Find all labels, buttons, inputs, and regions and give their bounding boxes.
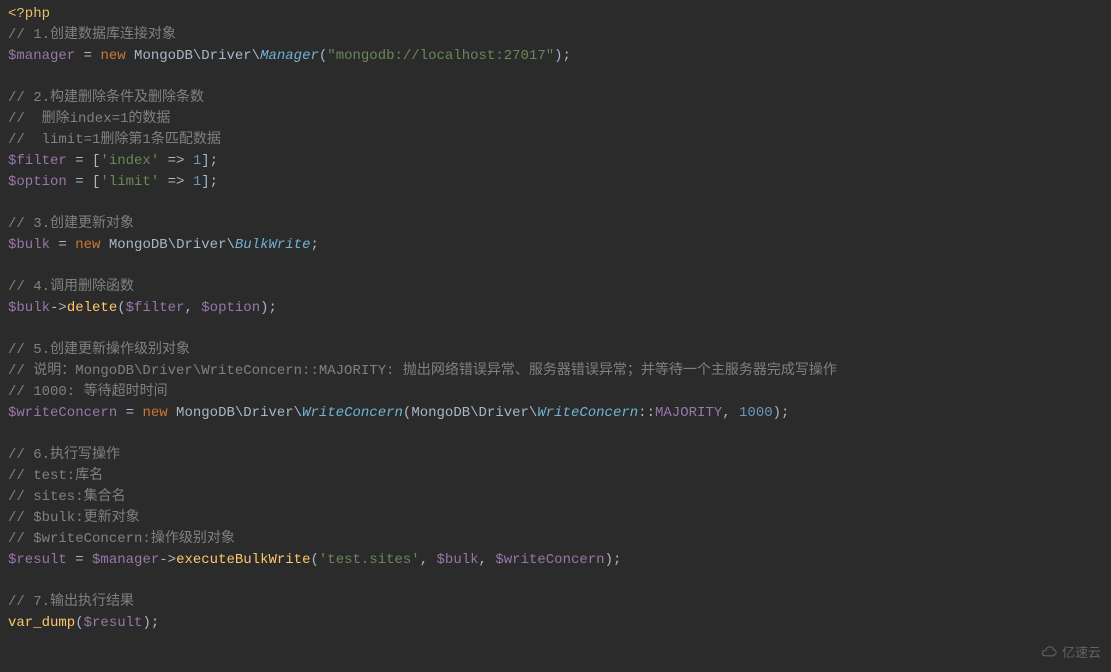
code-line: // 1000: 等待超时时间 — [8, 382, 1103, 403]
string-literal: "mongodb://localhost:27017" — [327, 48, 554, 64]
comment: // 说明：MongoDB\Driver\WriteConcern::MAJOR… — [8, 363, 837, 379]
code-line — [8, 319, 1103, 340]
code-line: var_dump($result); — [8, 613, 1103, 634]
variable: $manager — [8, 48, 75, 64]
code-line: // 3.创建更新对象 — [8, 214, 1103, 235]
code-line — [8, 424, 1103, 445]
code-line: $writeConcern = new MongoDB\Driver\Write… — [8, 403, 1103, 424]
variable: $filter — [8, 153, 67, 169]
func-vardump: var_dump — [8, 615, 75, 631]
variable: $option — [8, 174, 67, 190]
code-editor: <?php // 1.创建数据库连接对象 $manager = new Mong… — [8, 4, 1103, 634]
class-bulkwrite: BulkWrite — [235, 237, 311, 253]
variable: $bulk — [8, 237, 50, 253]
code-line — [8, 193, 1103, 214]
code-line: // 5.创建更新操作级别对象 — [8, 340, 1103, 361]
method-executebulkwrite: executeBulkWrite — [176, 552, 310, 568]
class-writeconcern: WriteConcern — [302, 405, 403, 421]
watermark-text: 亿速云 — [1062, 643, 1101, 663]
comment: // $bulk:更新对象 — [8, 510, 140, 526]
code-line: $bulk = new MongoDB\Driver\BulkWrite; — [8, 235, 1103, 256]
keyword-new: new — [75, 237, 100, 253]
comment: // 6.执行写操作 — [8, 447, 120, 463]
watermark: 亿速云 — [1040, 643, 1101, 663]
php-open-tag: <?php — [8, 6, 50, 22]
code-line: // test:库名 — [8, 466, 1103, 487]
comment: // 3.创建更新对象 — [8, 216, 134, 232]
code-line: $filter = ['index' => 1]; — [8, 151, 1103, 172]
variable: $result — [8, 552, 67, 568]
variable: $bulk — [8, 300, 50, 316]
code-line: // 删除index=1的数据 — [8, 109, 1103, 130]
method-delete: delete — [67, 300, 117, 316]
code-line: // 1.创建数据库连接对象 — [8, 25, 1103, 46]
class-manager: Manager — [260, 48, 319, 64]
code-line: // 2.构建删除条件及删除条数 — [8, 88, 1103, 109]
code-line: $bulk->delete($filter, $option); — [8, 298, 1103, 319]
code-line: // limit=1删除第1条匹配数据 — [8, 130, 1103, 151]
code-line: // 7.输出执行结果 — [8, 592, 1103, 613]
code-line — [8, 256, 1103, 277]
comment: // limit=1删除第1条匹配数据 — [8, 132, 221, 148]
code-line: // $bulk:更新对象 — [8, 508, 1103, 529]
comment: // 删除index=1的数据 — [8, 111, 170, 127]
keyword-new: new — [100, 48, 125, 64]
constant-majority: MAJORITY — [655, 405, 722, 421]
keyword-new: new — [142, 405, 167, 421]
comment: // test:库名 — [8, 468, 103, 484]
comment: // 4.调用删除函数 — [8, 279, 134, 295]
comment: // $writeConcern:操作级别对象 — [8, 531, 235, 547]
code-line: $result = $manager->executeBulkWrite('te… — [8, 550, 1103, 571]
comment: // 7.输出执行结果 — [8, 594, 134, 610]
code-line: // sites:集合名 — [8, 487, 1103, 508]
class-writeconcern: WriteConcern — [537, 405, 638, 421]
code-line: // 6.执行写操作 — [8, 445, 1103, 466]
comment: // 1000: 等待超时时间 — [8, 384, 168, 400]
comment: // 5.创建更新操作级别对象 — [8, 342, 190, 358]
code-line: $manager = new MongoDB\Driver\Manager("m… — [8, 46, 1103, 67]
code-line — [8, 571, 1103, 592]
code-line: // 4.调用删除函数 — [8, 277, 1103, 298]
variable: $writeConcern — [8, 405, 117, 421]
cloud-icon — [1040, 645, 1058, 659]
code-line — [8, 67, 1103, 88]
code-line: $option = ['limit' => 1]; — [8, 172, 1103, 193]
comment: // 1.创建数据库连接对象 — [8, 27, 176, 43]
comment: // 2.构建删除条件及删除条数 — [8, 90, 204, 106]
code-line: // 说明：MongoDB\Driver\WriteConcern::MAJOR… — [8, 361, 1103, 382]
code-line: // $writeConcern:操作级别对象 — [8, 529, 1103, 550]
code-line: <?php — [8, 4, 1103, 25]
comment: // sites:集合名 — [8, 489, 126, 505]
